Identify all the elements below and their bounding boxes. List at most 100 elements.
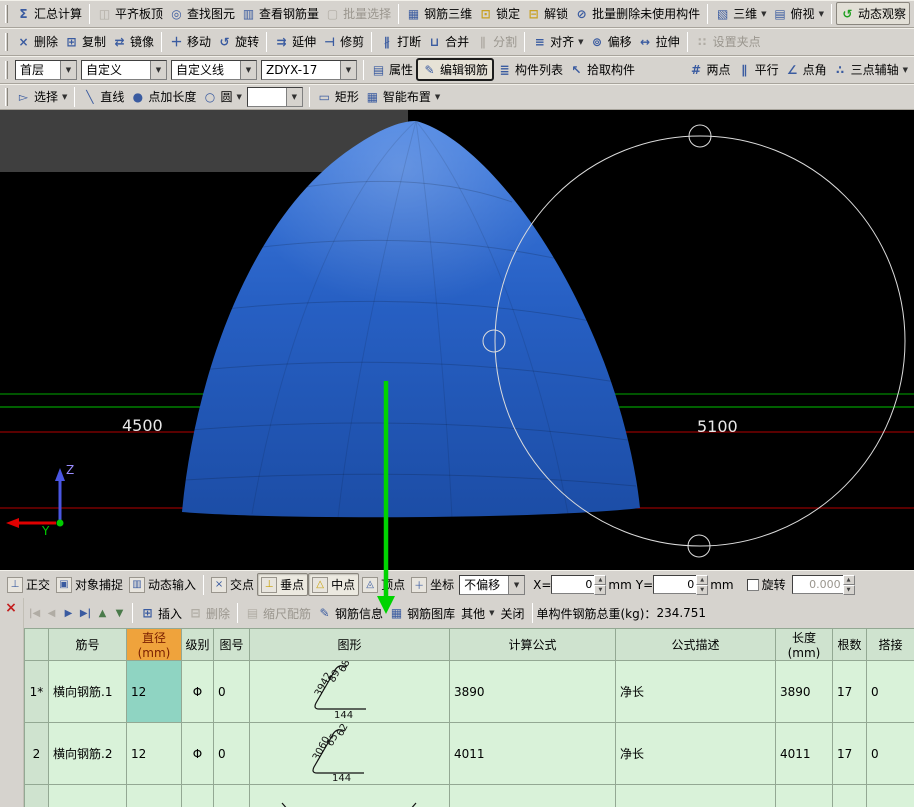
element-list-button[interactable]: ≣ 构件列表 — [494, 59, 566, 80]
chevron-down-icon[interactable]: ▼ — [435, 93, 440, 101]
rotate-button[interactable]: ↺ 旋转 — [214, 31, 262, 52]
cell-lap[interactable]: 0 — [866, 784, 914, 807]
point-length-tool-button[interactable]: ● 点加长度 — [127, 86, 199, 107]
col-header-length[interactable]: 长度(mm) — [775, 628, 833, 661]
cell-diameter-selected[interactable]: 12 — [126, 660, 182, 723]
col-header-level[interactable]: 级别 — [181, 628, 214, 661]
ortho-toggle[interactable]: ⊥ 正交 — [4, 574, 53, 595]
toolbar-grip[interactable] — [5, 32, 8, 51]
cell-formula[interactable]: 3890 — [449, 660, 616, 723]
merge-button[interactable]: ⊔ 合并 — [424, 31, 472, 52]
col-header-diameter[interactable]: 直径(mm) — [126, 628, 182, 661]
chevron-down-icon[interactable]: ▼ — [489, 609, 494, 617]
batch-delete-unused-button[interactable]: ⊘ 批量删除未使用构件 — [571, 3, 703, 24]
x-spinner[interactable]: ▲ ▼ — [594, 575, 607, 595]
stretch-button[interactable]: ↔ 拉伸 — [635, 31, 683, 52]
cell-lap[interactable]: 0 — [866, 660, 914, 723]
offset-mode-select[interactable]: 不偏移 ▼ — [459, 574, 526, 595]
cell-figno[interactable]: 485 — [213, 784, 250, 807]
rotate-checkbox[interactable] — [746, 578, 759, 591]
rebar-3d-button[interactable]: ▦ 钢筋三维 — [403, 3, 475, 24]
table-row[interactable]: 1* 横向钢筋.1 12 Φ 0 68 89 3942 144 3890 净长 … — [24, 660, 914, 723]
chevron-down-icon[interactable]: ▼ — [819, 10, 824, 18]
cell-diameter[interactable]: 12 — [126, 722, 182, 785]
category-select[interactable]: 自定义 ▼ — [81, 59, 167, 80]
move-row-up-button[interactable]: ▲ — [94, 606, 111, 621]
chevron-down-icon[interactable]: ▼ — [240, 60, 256, 79]
lock-button[interactable]: ⊡ 锁定 — [475, 3, 523, 24]
last-record-button[interactable]: ▶| — [77, 606, 94, 621]
snap-midpoint-toggle[interactable]: △ 中点 — [308, 573, 360, 596]
cell-formula-desc[interactable]: 净长 — [615, 722, 776, 785]
view-rebar-qty-button[interactable]: ▥ 查看钢筋量 — [238, 3, 322, 24]
chevron-down-icon[interactable]: ▼ — [60, 60, 76, 79]
flush-slab-top-button[interactable]: ◫ 平齐板顶 — [94, 3, 166, 24]
chevron-down-icon[interactable]: ▼ — [903, 66, 908, 74]
mirror-button[interactable]: ⇄ 镜像 — [109, 31, 157, 52]
cell-name[interactable]: 横向钢筋.1 — [48, 660, 127, 723]
rebar-info-button[interactable]: ✎ 钢筋信息 — [314, 603, 386, 624]
linetype-select[interactable]: 自定义线 ▼ — [171, 59, 257, 80]
cell-figno[interactable]: 0 — [213, 660, 250, 723]
spin-up-icon[interactable]: ▲ — [842, 575, 855, 585]
move-row-down-button[interactable]: ▼ — [111, 606, 128, 621]
cell-length[interactable]: 4011 — [775, 722, 833, 785]
table-row[interactable]: 3 横向钢筋.3 8 Φ 485 163 11.9*d+163+11.9*d — [24, 784, 914, 807]
chevron-down-icon[interactable]: ▼ — [508, 575, 525, 594]
chevron-down-icon[interactable]: ▼ — [761, 10, 766, 18]
snap-intersection-toggle[interactable]: × 交点 — [208, 574, 257, 595]
chevron-down-icon[interactable]: ▼ — [236, 93, 241, 101]
snap-perpendicular-toggle[interactable]: ⊥ 垂点 — [257, 573, 309, 596]
top-view-button[interactable]: ▤ 俯视 ▼ — [770, 3, 827, 24]
dynamic-orbit-button[interactable]: ↺ 动态观察 — [835, 2, 910, 25]
chevron-down-icon[interactable]: ▼ — [578, 38, 583, 46]
spin-down-icon[interactable]: ▼ — [594, 585, 607, 595]
coordinate-toggle[interactable]: ＋坐标 — [408, 574, 457, 595]
chevron-down-icon[interactable]: ▼ — [62, 93, 67, 101]
toolbar-grip[interactable] — [5, 4, 8, 23]
rotate-spinner[interactable]: ▲ ▼ — [842, 575, 855, 595]
col-header-figno[interactable]: 图号 — [213, 628, 250, 661]
rotate-angle-input[interactable] — [791, 575, 844, 594]
cell-level[interactable]: Φ — [181, 784, 214, 807]
x-coordinate-input[interactable] — [551, 575, 596, 594]
floor-select[interactable]: 首层 ▼ — [15, 59, 77, 80]
extend-button[interactable]: ⇉ 延伸 — [271, 31, 319, 52]
spin-up-icon[interactable]: ▲ — [696, 575, 709, 585]
cell-formula-desc[interactable]: 净长 — [615, 660, 776, 723]
cell-formula-desc[interactable]: 弯钩+净长+弯钩 — [615, 784, 776, 807]
break-button[interactable]: ∦ 打断 — [376, 31, 424, 52]
edit-rebar-button[interactable]: ✎ 编辑钢筋 — [416, 58, 495, 81]
properties-button[interactable]: ▤ 属性 — [368, 59, 416, 80]
spin-down-icon[interactable]: ▼ — [842, 585, 855, 595]
unlock-button[interactable]: ⊟ 解锁 — [523, 3, 571, 24]
circle-tool-button[interactable]: ○ 圆 ▼ — [199, 86, 244, 107]
find-element-button[interactable]: ◎ 查找图元 — [166, 3, 238, 24]
row-number[interactable]: 3 — [24, 784, 49, 807]
spin-down-icon[interactable]: ▼ — [696, 585, 709, 595]
cell-figure[interactable]: 163 — [249, 784, 450, 807]
copy-button[interactable]: ⊞ 复制 — [61, 31, 109, 52]
col-header-formula[interactable]: 计算公式 — [449, 628, 616, 661]
other-menu-button[interactable]: 其他 ▼ — [458, 603, 497, 624]
cell-level[interactable]: Φ — [181, 722, 214, 785]
cell-lap[interactable]: 0 — [866, 722, 914, 785]
circle-param-select[interactable]: ▼ — [246, 86, 303, 107]
col-header-name[interactable]: 筋号 — [48, 628, 127, 661]
3d-viewport[interactable]: 4500 5100 Z Y — [0, 110, 914, 570]
line-tool-button[interactable]: ╲ 直线 — [79, 86, 127, 107]
element-select[interactable]: ZDYX-17 ▼ — [261, 59, 357, 80]
view-3d-button[interactable]: ▧ 三维 ▼ — [712, 3, 769, 24]
trim-button[interactable]: ⊣ 修剪 — [319, 31, 367, 52]
cell-figure[interactable]: 68 89 3942 144 — [249, 660, 450, 723]
three-point-aux-axis-button[interactable]: ∴ 三点辅轴 ▼ — [830, 59, 911, 80]
summary-calc-button[interactable]: Σ 汇总计算 — [13, 3, 85, 24]
object-snap-toggle[interactable]: ▣ 对象捕捉 — [53, 574, 126, 595]
cell-figure[interactable]: 62 65 3060 144 — [249, 722, 450, 785]
parallel-axis-button[interactable]: ∥ 平行 — [734, 59, 782, 80]
col-header-figure[interactable]: 图形 — [249, 628, 450, 661]
chevron-down-icon[interactable]: ▼ — [340, 60, 356, 79]
col-header-formula-desc[interactable]: 公式描述 — [615, 628, 776, 661]
cell-name[interactable]: 横向钢筋.3 — [48, 784, 127, 807]
smart-layout-button[interactable]: ▦ 智能布置 ▼ — [362, 86, 443, 107]
